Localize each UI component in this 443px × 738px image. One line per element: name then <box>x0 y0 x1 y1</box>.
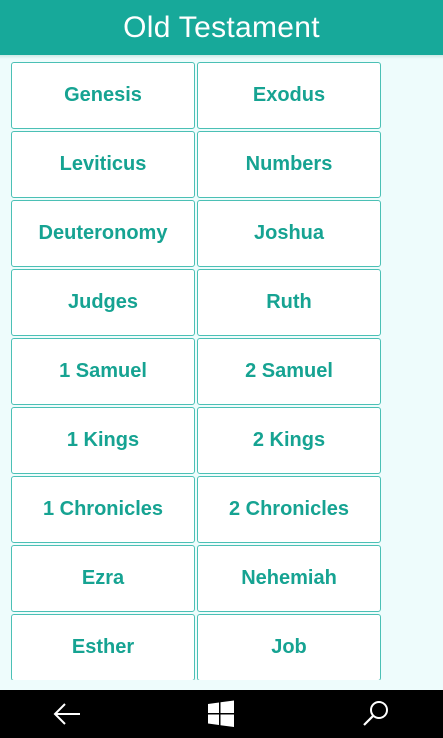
book-button-genesis[interactable]: Genesis <box>11 62 195 129</box>
book-button-numbers[interactable]: Numbers <box>197 131 381 198</box>
book-button-1-samuel[interactable]: 1 Samuel <box>11 338 195 405</box>
book-grid: Genesis Exodus Leviticus Numbers Deutero… <box>11 62 381 680</box>
back-button[interactable] <box>37 690 97 738</box>
system-navigation-bar <box>0 690 443 738</box>
windows-logo-icon <box>208 700 234 727</box>
back-arrow-icon <box>53 703 80 725</box>
book-button-esther[interactable]: Esther <box>11 614 195 680</box>
start-button[interactable] <box>191 690 251 738</box>
book-button-joshua[interactable]: Joshua <box>197 200 381 267</box>
book-button-nehemiah[interactable]: Nehemiah <box>197 545 381 612</box>
book-button-leviticus[interactable]: Leviticus <box>11 131 195 198</box>
header-shadow <box>0 55 443 59</box>
book-button-deuteronomy[interactable]: Deuteronomy <box>11 200 195 267</box>
app-header: Old Testament <box>0 0 443 55</box>
search-button[interactable] <box>346 690 406 738</box>
book-button-2-samuel[interactable]: 2 Samuel <box>197 338 381 405</box>
book-button-2-kings[interactable]: 2 Kings <box>197 407 381 474</box>
search-icon <box>363 701 388 726</box>
book-button-exodus[interactable]: Exodus <box>197 62 381 129</box>
book-button-ruth[interactable]: Ruth <box>197 269 381 336</box>
book-button-1-chronicles[interactable]: 1 Chronicles <box>11 476 195 543</box>
book-button-judges[interactable]: Judges <box>11 269 195 336</box>
book-button-2-chronicles[interactable]: 2 Chronicles <box>197 476 381 543</box>
page-title: Old Testament <box>123 10 320 44</box>
book-button-job[interactable]: Job <box>197 614 381 680</box>
book-button-ezra[interactable]: Ezra <box>11 545 195 612</box>
book-button-1-kings[interactable]: 1 Kings <box>11 407 195 474</box>
